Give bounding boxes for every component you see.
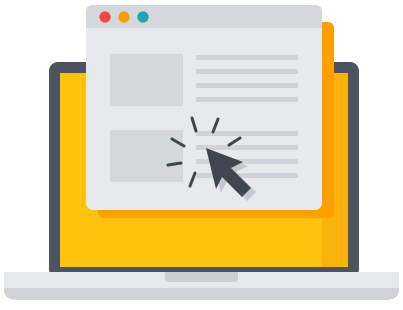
close-dot <box>99 11 111 23</box>
laptop-browser-illustration <box>0 0 403 310</box>
illustration-canvas <box>4 5 399 300</box>
maximize-dot <box>137 11 149 23</box>
text-line <box>196 55 298 60</box>
text-line <box>196 145 298 150</box>
image-placeholder-1 <box>110 54 183 106</box>
text-line <box>196 131 298 136</box>
minimize-dot <box>118 11 130 23</box>
text-line <box>196 173 298 178</box>
laptop-base-bottom <box>4 288 399 300</box>
text-line <box>196 97 298 102</box>
text-line <box>196 69 298 74</box>
laptop-base <box>4 272 399 300</box>
browser-window <box>86 5 322 210</box>
laptop-notch <box>165 272 238 282</box>
text-line <box>196 83 298 88</box>
